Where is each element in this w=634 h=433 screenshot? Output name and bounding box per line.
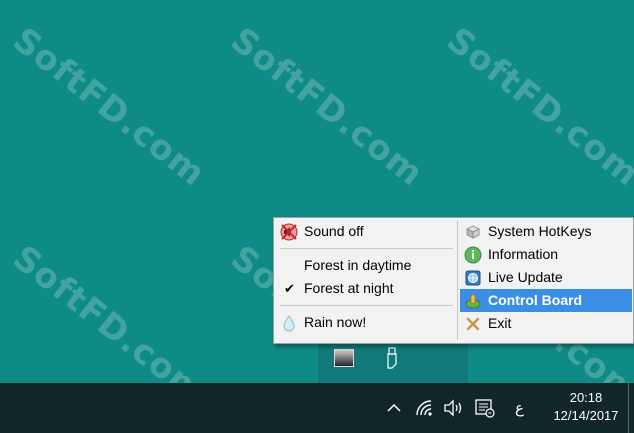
menu-item-label: Sound off — [304, 223, 364, 239]
forest-app-tray-icon[interactable] — [334, 349, 354, 367]
menu-separator — [280, 305, 453, 306]
menu-item-rain-now[interactable]: Rain now! — [276, 311, 457, 334]
menu-item-exit[interactable]: Exit — [460, 312, 632, 335]
menu-item-label: Rain now! — [304, 314, 367, 330]
menu-item-live-update[interactable]: Live Update — [460, 266, 632, 289]
speaker-muted-icon — [280, 223, 298, 241]
menu-item-information[interactable]: Information — [460, 243, 632, 266]
menu-separator — [280, 248, 453, 249]
watermark: SoftFD.com — [439, 20, 634, 195]
menu-column-divider — [457, 221, 458, 340]
menu-left-column: Sound off Forest in daytime ✔ Forest at … — [276, 220, 457, 334]
tray-context-menu: Sound off Forest in daytime ✔ Forest at … — [273, 217, 634, 344]
menu-right-column: System HotKeys Information Live Update C… — [460, 220, 632, 335]
menu-item-label: Information — [488, 246, 559, 262]
globe-update-icon — [465, 270, 481, 286]
clock-date[interactable]: 12/14/2017 — [546, 408, 626, 423]
hotkeys-icon — [466, 225, 480, 239]
chevron-up-icon[interactable] — [385, 399, 403, 417]
menu-item-label: Forest at night — [304, 280, 394, 296]
menu-item-forest-night[interactable]: ✔ Forest at night — [276, 277, 457, 300]
menu-item-control-board[interactable]: Control Board — [460, 289, 632, 312]
menu-item-label: Live Update — [488, 269, 563, 285]
menu-item-system-hotkeys[interactable]: System HotKeys — [460, 220, 632, 243]
menu-item-label: System HotKeys — [488, 223, 592, 239]
control-board-icon — [465, 294, 481, 309]
volume-icon[interactable] — [443, 398, 465, 418]
action-center-icon[interactable] — [474, 397, 496, 419]
wifi-icon[interactable] — [414, 398, 434, 418]
input-language-indicator[interactable]: ع — [515, 399, 524, 417]
usb-drive-icon[interactable] — [386, 347, 400, 369]
watermark: SoftFD.com — [223, 20, 431, 195]
menu-item-label: Forest in daytime — [304, 257, 412, 273]
clock-time[interactable]: 20:18 — [556, 390, 616, 405]
info-icon — [464, 246, 482, 264]
menu-item-forest-daytime[interactable]: Forest in daytime — [276, 254, 457, 277]
show-desktop-button[interactable] — [628, 383, 634, 433]
watermark: SoftFD.com — [5, 238, 213, 383]
raindrop-icon — [283, 315, 295, 332]
menu-item-label: Exit — [488, 315, 512, 331]
menu-item-sound-off[interactable]: Sound off — [276, 220, 457, 243]
exit-icon — [466, 317, 480, 331]
watermark: SoftFD.com — [5, 20, 213, 195]
taskbar — [0, 383, 634, 433]
checkmark-icon: ✔ — [284, 281, 295, 296]
menu-item-label: Control Board — [488, 292, 583, 308]
